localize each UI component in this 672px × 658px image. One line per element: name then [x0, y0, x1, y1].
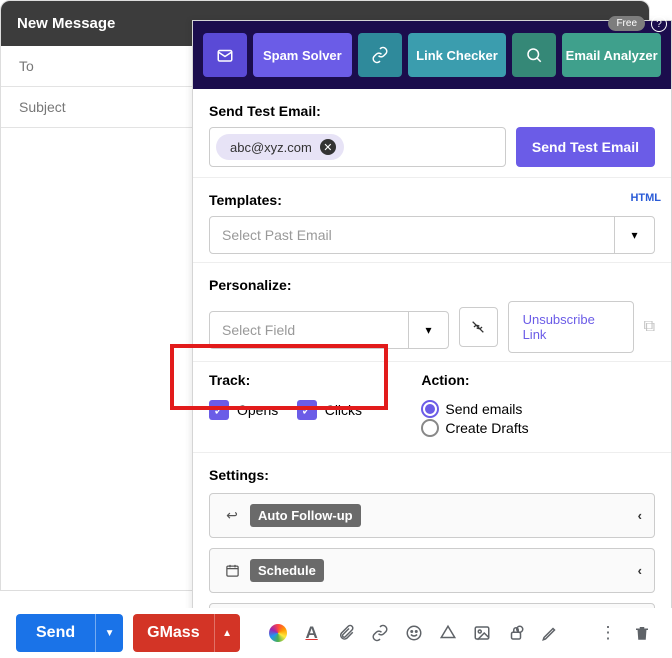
personalize-placeholder: Select Field [210, 312, 408, 348]
radio-off-icon [421, 419, 439, 437]
confidential-icon[interactable] [502, 619, 530, 647]
auto-followup-accordion[interactable]: ↩ Auto Follow-up ‹ [209, 493, 655, 538]
chevron-left-icon: ‹ [638, 508, 642, 523]
close-icon[interactable]: ✕ [320, 139, 336, 155]
personalize-label: Personalize: [209, 277, 655, 293]
schedule-accordion[interactable]: Schedule ‹ [209, 548, 655, 593]
html-link[interactable]: HTML [630, 192, 661, 204]
unlink-icon[interactable] [459, 307, 498, 347]
send-test-label: Send Test Email: [209, 103, 655, 119]
tab-link-checker[interactable]: Link Checker [408, 33, 507, 77]
image-icon[interactable] [468, 619, 496, 647]
panel-toolbar: Free ? Spam Solver Link Checker Email An… [193, 21, 671, 89]
emoji-icon[interactable] [400, 619, 428, 647]
send-dropdown-icon[interactable]: ▼ [95, 614, 123, 652]
templates-select[interactable]: Select Past Email ▾ [209, 216, 655, 254]
gmass-label: GMass [133, 614, 213, 652]
gmass-button[interactable]: GMass ▲ [133, 614, 239, 652]
personalize-select[interactable]: Select Field ▾ [209, 311, 449, 349]
reply-icon: ↩ [222, 507, 242, 524]
create-drafts-radio[interactable]: Create Drafts [421, 419, 528, 437]
send-emails-radio[interactable]: Send emails [421, 400, 522, 418]
test-email-input[interactable]: abc@xyz.com ✕ [209, 127, 506, 167]
settings-label: Settings: [209, 467, 655, 483]
calendar-icon [222, 563, 242, 578]
analyzer-icon[interactable] [512, 33, 556, 77]
clicks-checkbox[interactable]: ✓ Clicks [297, 400, 362, 420]
auto-followup-label: Auto Follow-up [250, 504, 361, 527]
copy-icon[interactable]: ⧉ [644, 318, 655, 336]
link-icon[interactable] [358, 33, 402, 77]
tab-spam-solver[interactable]: Spam Solver [253, 33, 352, 77]
chevron-down-icon[interactable]: ▾ [408, 312, 448, 348]
radio-on-icon [421, 400, 439, 418]
schedule-label: Schedule [250, 559, 324, 582]
send-label: Send [16, 614, 95, 652]
tab-email-analyzer[interactable]: Email Analyzer [562, 33, 661, 77]
create-drafts-label: Create Drafts [445, 420, 528, 436]
email-chip-text: abc@xyz.com [230, 140, 312, 155]
attach-icon[interactable] [332, 619, 360, 647]
action-label: Action: [421, 372, 655, 388]
gmass-panel: Free ? Spam Solver Link Checker Email An… [192, 20, 672, 657]
chevron-down-icon[interactable]: ▾ [614, 217, 654, 253]
templates-placeholder: Select Past Email [210, 217, 614, 253]
free-badge: Free [608, 16, 645, 31]
compose-footer: Send ▼ GMass ▲ A ⋮ [0, 608, 672, 658]
templates-label: Templates: [209, 192, 655, 208]
track-label: Track: [209, 372, 393, 388]
email-chip[interactable]: abc@xyz.com ✕ [216, 134, 344, 160]
opens-label: Opens [237, 402, 278, 418]
more-icon[interactable]: ⋮ [594, 619, 622, 647]
opens-checkbox[interactable]: ✓ Opens [209, 400, 278, 420]
clicks-label: Clicks [325, 402, 362, 418]
drive-icon[interactable] [434, 619, 462, 647]
trash-icon[interactable] [628, 619, 656, 647]
spam-icon[interactable] [203, 33, 247, 77]
gmass-dropdown-icon[interactable]: ▲ [214, 614, 240, 652]
text-format-icon[interactable]: A [298, 619, 326, 647]
chevron-left-icon: ‹ [638, 563, 642, 578]
send-emails-label: Send emails [445, 401, 522, 417]
send-test-button[interactable]: Send Test Email [516, 127, 655, 167]
format-color-icon[interactable] [264, 619, 292, 647]
check-icon: ✓ [209, 400, 229, 420]
pen-icon[interactable] [536, 619, 564, 647]
send-button[interactable]: Send ▼ [16, 614, 123, 652]
help-icon[interactable]: ? [651, 16, 667, 32]
link-insert-icon[interactable] [366, 619, 394, 647]
check-icon: ✓ [297, 400, 317, 420]
unsubscribe-button[interactable]: Unsubscribe Link [508, 301, 634, 353]
